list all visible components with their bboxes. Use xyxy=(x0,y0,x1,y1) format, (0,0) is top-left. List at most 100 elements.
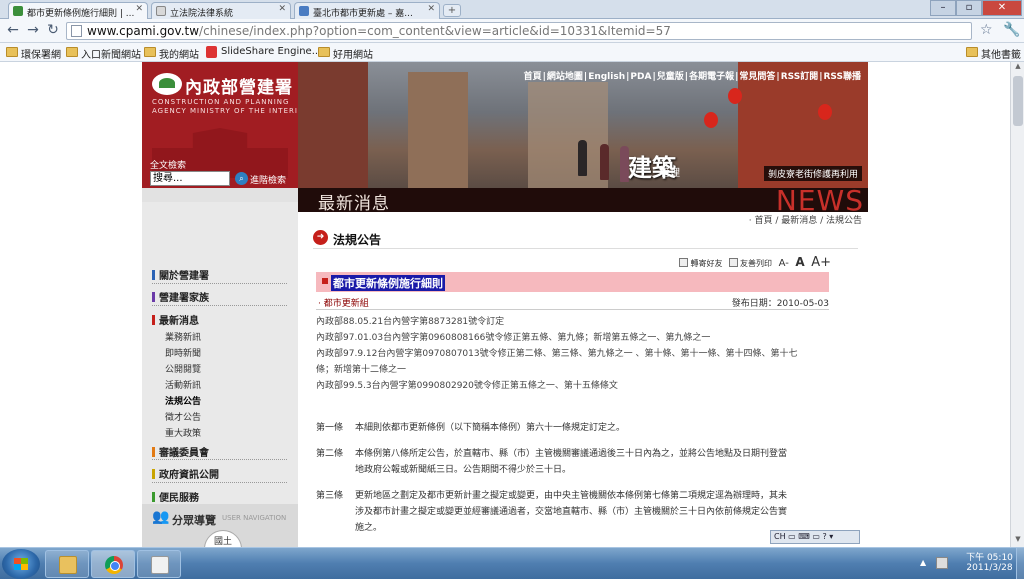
org-name[interactable]: 內政部營建署 xyxy=(185,73,293,98)
top-nav-english[interactable]: English xyxy=(587,72,626,82)
folder-icon xyxy=(318,47,330,57)
scroll-up-icon[interactable]: ▲ xyxy=(1011,62,1024,74)
sidebar-sub-policy[interactable]: 重大政策 xyxy=(165,426,201,439)
guide-spacer xyxy=(142,470,298,507)
search-icon[interactable]: ⌕ xyxy=(235,172,248,185)
font-larger-button[interactable]: A+ xyxy=(811,255,831,270)
chrome-icon xyxy=(105,556,123,574)
breadcrumb[interactable]: · 首頁 / 最新消息 / 法規公告 xyxy=(749,213,862,226)
banner-caption: 剝皮寮老街修護再利用 xyxy=(763,166,862,181)
sidebar-sub-regulations[interactable]: 法規公告 xyxy=(165,394,201,407)
sidebar-item-about[interactable]: 關於營建署 xyxy=(152,267,209,282)
divider xyxy=(152,283,287,284)
taskbar-chrome[interactable] xyxy=(91,550,135,578)
page-icon xyxy=(156,6,166,16)
reload-icon[interactable]: ↻ xyxy=(44,22,62,40)
top-nav-sitemap[interactable]: 網站地圖 xyxy=(546,72,584,82)
font-normal-button[interactable]: A xyxy=(795,255,804,269)
top-nav: 首頁|網站地圖|English|PDA|兒童版|各期電子報|常見問答|RSS訂閱… xyxy=(523,72,863,82)
article-clause: 第三條 更新地區之劃定及都市更新計畫之擬定或變更，由中央主管機關依本條例第七條第二… xyxy=(316,488,787,501)
sidebar-sub-instant[interactable]: 即時新聞 xyxy=(165,346,201,359)
clause-text: 本條例第八條所定公告，於直轄市、縣（市）主管機關審議通過後三十日內為之，並將公告… xyxy=(355,449,788,459)
tab-legislative[interactable]: 立法院法律系統 ✕ xyxy=(151,2,291,19)
font-smaller-button[interactable]: A- xyxy=(779,258,789,269)
sidebar-item-news[interactable]: 最新消息 xyxy=(152,312,199,327)
close-tab-icon[interactable]: ✕ xyxy=(427,4,435,14)
sidebar-item-label: 關於營建署 xyxy=(159,271,209,282)
clock-date[interactable]: 2011/3/28 xyxy=(962,563,1017,573)
paint-icon xyxy=(151,556,169,574)
history-line: 內政部99.5.3台內營字第0990802920號令修正第五條之一、第十五條條文 xyxy=(316,381,618,391)
sidebar-item-family[interactable]: 營建署家族 xyxy=(152,289,209,304)
sidebar: 關於營建署 營建署家族 最新消息 業務新訊 即時新聞 公開閱覽 活動新訊 法規公… xyxy=(142,188,298,547)
new-tab-button[interactable]: + xyxy=(443,4,461,17)
scroll-down-icon[interactable]: ▼ xyxy=(1011,535,1024,547)
search-input[interactable]: 搜尋... xyxy=(150,171,230,186)
lantern-icon xyxy=(818,104,832,120)
section-title: 法規公告 xyxy=(333,233,382,247)
top-nav-enews[interactable]: 各期電子報 xyxy=(688,72,735,82)
sidebar-sub-activity[interactable]: 活動新訊 xyxy=(165,378,201,391)
tab-taipei-urban[interactable]: 臺北市都市更新處 – 嘉... ✕ xyxy=(294,2,440,19)
address-bar[interactable]: www.cpami.gov.tw/chinese/index.php?optio… xyxy=(66,22,972,40)
tab-cpami[interactable]: 都市更新條例施行細則 | ... ✕ xyxy=(8,2,148,19)
bookmark-2[interactable]: 入口新聞網站 xyxy=(66,46,141,61)
org-name-en: CONSTRUCTION AND PLANNING xyxy=(152,98,290,106)
close-tab-icon[interactable]: ✕ xyxy=(278,4,286,14)
article-tools: 轉寄好友 友善列印 A- A A+ xyxy=(679,255,831,270)
recommend-link[interactable]: 轉寄好友 xyxy=(690,259,722,268)
folder-icon xyxy=(59,556,77,574)
advanced-search-link[interactable]: 進階檢索 xyxy=(250,173,286,186)
org-name-en-2: AGENCY MINISTRY OF THE INTERIOR xyxy=(152,107,298,115)
action-center-icon[interactable] xyxy=(936,557,948,569)
site-favicon-icon xyxy=(299,6,309,16)
vertical-scrollbar[interactable]: ▲ ▼ xyxy=(1010,62,1024,547)
lantern-icon xyxy=(704,112,718,128)
sidebar-sub-business[interactable]: 業務新訊 xyxy=(165,330,201,343)
sidebar-sub-jobs[interactable]: 徵才公告 xyxy=(165,410,201,423)
sidebar-item-committee[interactable]: 審議委員會 xyxy=(152,444,209,459)
cpami-logo-icon[interactable] xyxy=(152,73,182,95)
minimize-button[interactable]: – xyxy=(930,0,956,16)
top-nav-pda[interactable]: PDA xyxy=(629,72,652,82)
print-link[interactable]: 友善列印 xyxy=(740,259,772,268)
sidebar-sub-public[interactable]: 公開閱覽 xyxy=(165,362,201,375)
guide-title: 分眾導覽 xyxy=(172,514,216,527)
bookmark-3[interactable]: 我的網站 xyxy=(144,46,199,61)
back-icon[interactable]: ← xyxy=(4,22,22,40)
main-content: · 首頁 / 最新消息 / 法規公告 ➜ 法規公告 轉寄好友 友善列印 A- A… xyxy=(298,212,868,547)
scroll-thumb[interactable] xyxy=(1013,76,1023,126)
top-nav-rss[interactable]: RSS訂閱 xyxy=(780,72,820,82)
other-bookmarks[interactable]: 其他書籤 xyxy=(966,46,1021,61)
article-clause-cont: 地政府公報或新聞紙三日。公告期間不得少於三十日。 xyxy=(355,462,571,475)
system-tray: ▲ 下午 05:10 2011/3/28 xyxy=(914,548,1024,579)
bookmark-5[interactable]: 好用網站 xyxy=(318,46,373,61)
article-clause: 第一條 本細則依都市更新條例（以下簡稱本條例）第六十一條規定訂定之。 xyxy=(316,420,625,433)
maximize-button[interactable]: ▫ xyxy=(956,0,982,16)
bookmark-label: 環保署網 xyxy=(21,50,61,61)
ime-bar[interactable]: CH ▭ ⌨ ▭ ? ▾ xyxy=(770,530,860,544)
top-nav-rss-feed[interactable]: RSS聯播 xyxy=(823,72,863,82)
forward-icon[interactable]: → xyxy=(24,22,42,40)
bullet-bar xyxy=(152,270,155,280)
guide-circle-button[interactable]: 國土 xyxy=(204,530,242,547)
top-nav-kids[interactable]: 兒童版 xyxy=(656,72,685,82)
show-desktop-button[interactable] xyxy=(1016,548,1024,579)
divider xyxy=(152,459,287,460)
bookmark-1[interactable]: 環保署網 xyxy=(6,46,61,61)
taskbar-explorer[interactable] xyxy=(45,550,89,578)
close-window-button[interactable]: ✕ xyxy=(982,0,1022,16)
start-button[interactable] xyxy=(2,549,40,579)
taskbar-paint[interactable] xyxy=(137,550,181,578)
top-nav-home[interactable]: 首頁 xyxy=(523,72,543,82)
close-tab-icon[interactable]: ✕ xyxy=(135,4,143,14)
site-header-brand: 內政部營建署 CONSTRUCTION AND PLANNING AGENCY … xyxy=(142,62,298,188)
tray-expand-icon[interactable]: ▲ xyxy=(920,558,926,567)
bookmark-star-icon[interactable]: ☆ xyxy=(980,22,993,38)
bookmark-4[interactable]: SlideShare Engine... xyxy=(206,46,321,58)
section-header-en: NEWS xyxy=(775,188,864,212)
divider xyxy=(152,305,287,306)
wrench-icon[interactable]: 🔧 xyxy=(1003,22,1020,38)
top-nav-faq[interactable]: 常見問答 xyxy=(738,72,776,82)
clock-time[interactable]: 下午 05:10 xyxy=(962,550,1017,563)
